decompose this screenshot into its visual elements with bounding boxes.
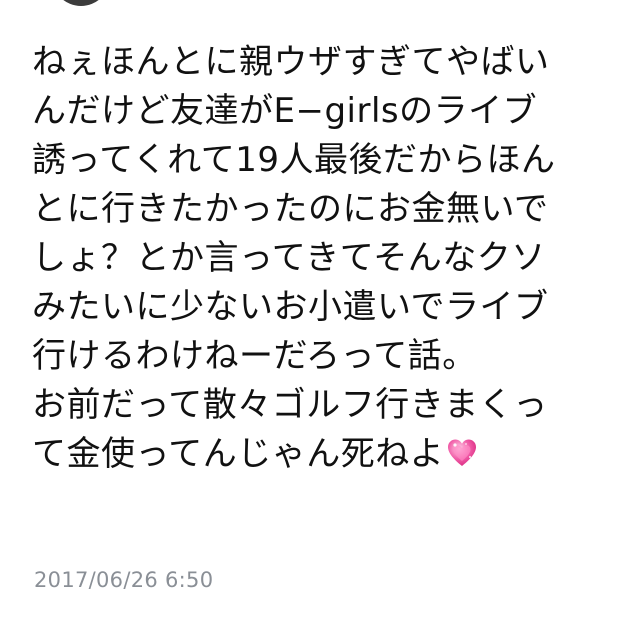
- tweet-body: ねぇほんとに親ウザすぎてやばい んだけど友達がE−girlsのライブ 誘ってくれ…: [32, 38, 622, 479]
- sparkling-heart-icon: [448, 439, 477, 466]
- tweet-line-9: て金使ってんじゃん死ねよ: [32, 430, 622, 479]
- tweet-line-6: みたいに少ないお小遣いでライブ: [32, 287, 549, 327]
- tweet-line-8: お前だって散々ゴルフ行きまくっ: [32, 385, 548, 425]
- tweet-line-9-text: て金使ってんじゃん死ねよ: [32, 434, 445, 474]
- tweet-line-3: 誘ってくれて19人最後だからほん: [32, 140, 556, 180]
- tweet-line-7: 行けるわけねーだろって話。: [32, 336, 477, 376]
- avatar[interactable]: [52, 0, 110, 6]
- tweet-timestamp[interactable]: 2017/06/26 6:50: [34, 568, 213, 592]
- tweet-text: ねぇほんとに親ウザすぎてやばい んだけど友達がE−girlsのライブ 誘ってくれ…: [32, 38, 622, 479]
- tweet-line-1: ねぇほんとに親ウザすぎてやばい: [32, 42, 550, 82]
- tweet-line-5: しょ？とか言ってきてそんなクソ: [32, 238, 546, 278]
- tweet-line-4: とに行きたかったのにお金無いで: [32, 189, 549, 229]
- tweet-line-2: んだけど友達がE−girlsのライブ: [32, 91, 538, 131]
